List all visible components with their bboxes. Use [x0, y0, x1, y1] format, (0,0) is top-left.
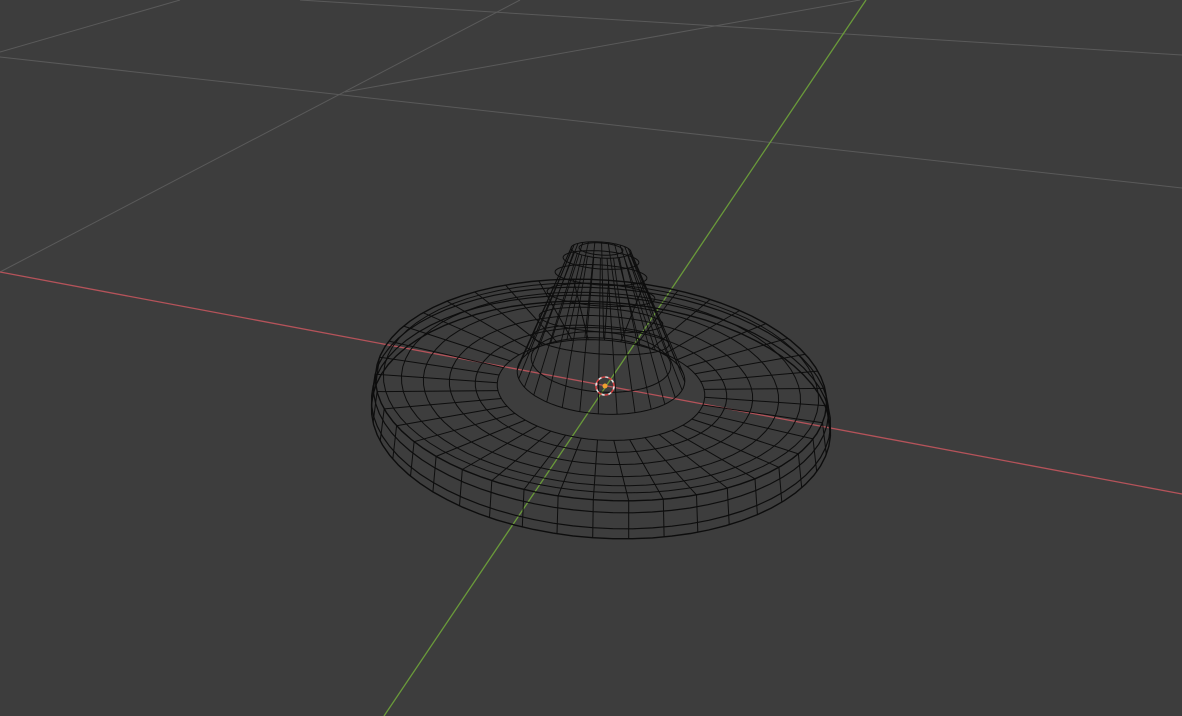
3d-viewport[interactable]	[0, 0, 1182, 716]
crown-flare	[530, 331, 672, 393]
grid-line	[0, 0, 521, 273]
brim-spoke	[664, 310, 740, 355]
brim-spoke	[384, 398, 502, 410]
crown-edge	[579, 257, 595, 412]
brim-spoke	[702, 404, 823, 424]
brim-spoke	[694, 353, 806, 375]
rim-edge	[778, 467, 783, 503]
brim-ring	[474, 327, 728, 453]
brim-spoke	[592, 439, 598, 500]
rim-edge	[459, 469, 463, 506]
crown-edge	[597, 257, 601, 414]
rim-edge	[797, 453, 803, 488]
crown-edge	[624, 246, 669, 358]
brim-spoke	[388, 340, 504, 369]
rim-edge	[662, 499, 665, 537]
brim-spoke	[613, 440, 630, 502]
brim-spoke	[435, 419, 526, 457]
brim-rim-top	[374, 278, 828, 502]
brim-spoke	[644, 437, 697, 496]
rim-edge	[410, 441, 415, 477]
grid-line	[0, 0, 181, 53]
brim-spoke	[462, 425, 538, 470]
brim-spoke	[676, 323, 767, 361]
brim-spoke	[377, 390, 499, 393]
brim-spoke	[523, 434, 566, 490]
viewport-canvas[interactable]	[0, 0, 1182, 716]
brim-rim-lower	[370, 294, 831, 530]
grid-line	[0, 56, 1182, 189]
sombrero-mesh[interactable]	[370, 241, 832, 540]
brim-spoke	[379, 356, 500, 376]
crown-edge	[627, 255, 676, 398]
brim-spoke	[396, 405, 508, 427]
rim-edge	[726, 488, 730, 525]
crown-edge	[629, 253, 683, 391]
brim-spoke	[604, 280, 610, 341]
rim-edge	[432, 456, 437, 492]
brim-spoke	[698, 411, 814, 440]
rim-edge	[592, 499, 594, 538]
brim-spoke	[375, 373, 498, 384]
floor-grid	[0, 0, 1182, 273]
rim-edge	[489, 480, 493, 518]
crown-edge	[623, 256, 666, 405]
object-origin	[602, 383, 608, 389]
crown-edge	[566, 241, 589, 340]
brim-ring	[382, 282, 819, 494]
grid-line	[299, 0, 1182, 56]
rim-edge	[754, 478, 758, 515]
brim-spoke	[703, 387, 825, 390]
brim-spoke	[700, 370, 818, 382]
grid-line	[344, 0, 861, 93]
brim-ring	[422, 302, 780, 478]
crown-edge	[601, 241, 605, 339]
rim-edge	[696, 494, 699, 533]
rim-edge	[556, 495, 559, 534]
brim-spoke	[704, 396, 827, 407]
